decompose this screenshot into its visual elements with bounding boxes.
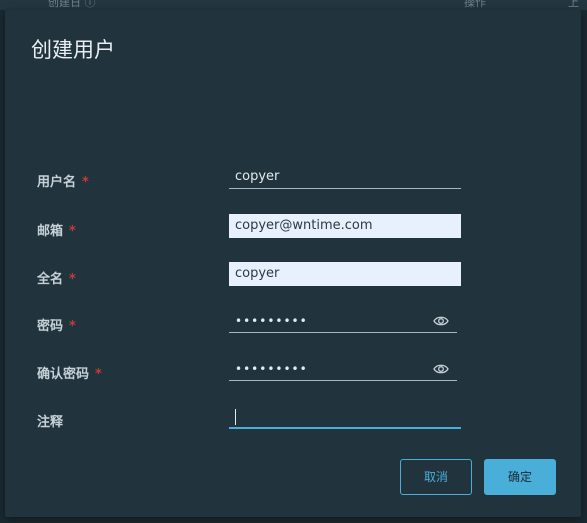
fullname-row: 全名 * copyer [5, 262, 581, 292]
comment-row: 注释 [5, 405, 581, 435]
background-table-header: 创建日 ⓘ 操作 上 [0, 0, 587, 10]
comment-label: 注释 [37, 415, 64, 430]
text-caret [235, 409, 236, 425]
email-label: 邮箱 * [37, 220, 76, 239]
comment-input[interactable] [229, 405, 461, 429]
confirm-password-label-text: 确认密码 [37, 367, 90, 382]
required-asterisk: * [69, 319, 76, 334]
confirm-button[interactable]: 确定 [484, 459, 556, 495]
fullname-label: 全名 * [37, 268, 76, 287]
required-asterisk: * [95, 367, 102, 382]
background-column-created: 创建日 ⓘ [48, 0, 96, 9]
password-label: 密码 * [37, 315, 76, 334]
username-label: 用户名 * [37, 171, 89, 190]
password-row: 密码 * ••••••••• [5, 309, 581, 339]
email-row: 邮箱 * copyer@wntime.com [5, 214, 581, 244]
background-column-extra: 上 [568, 0, 579, 9]
username-input[interactable]: copyer [229, 165, 461, 189]
password-label-text: 密码 [37, 319, 64, 334]
required-asterisk: * [82, 175, 89, 190]
fullname-label-text: 全名 [37, 272, 64, 287]
fullname-input[interactable]: copyer [229, 262, 461, 286]
confirm-password-input[interactable]: ••••••••• [229, 357, 457, 381]
dialog-title: 创建用户 [31, 38, 115, 62]
create-user-dialog: 创建用户 用户名 * copyer 邮箱 * copyer@wntime.com 全… [5, 10, 581, 517]
confirm-password-label: 确认密码 * [37, 363, 102, 382]
cancel-button[interactable]: 取消 [400, 459, 472, 495]
username-row: 用户名 * copyer [5, 165, 581, 195]
username-label-text: 用户名 [37, 175, 77, 190]
password-input[interactable]: ••••••••• [229, 309, 457, 333]
email-input[interactable]: copyer@wntime.com [229, 214, 461, 238]
eye-icon[interactable] [433, 363, 449, 375]
email-label-text: 邮箱 [37, 224, 64, 239]
required-asterisk: * [69, 272, 76, 287]
background-column-actions: 操作 [464, 0, 486, 9]
required-asterisk: * [69, 224, 76, 239]
confirm-password-row: 确认密码 * ••••••••• [5, 357, 581, 387]
eye-icon[interactable] [433, 315, 449, 327]
